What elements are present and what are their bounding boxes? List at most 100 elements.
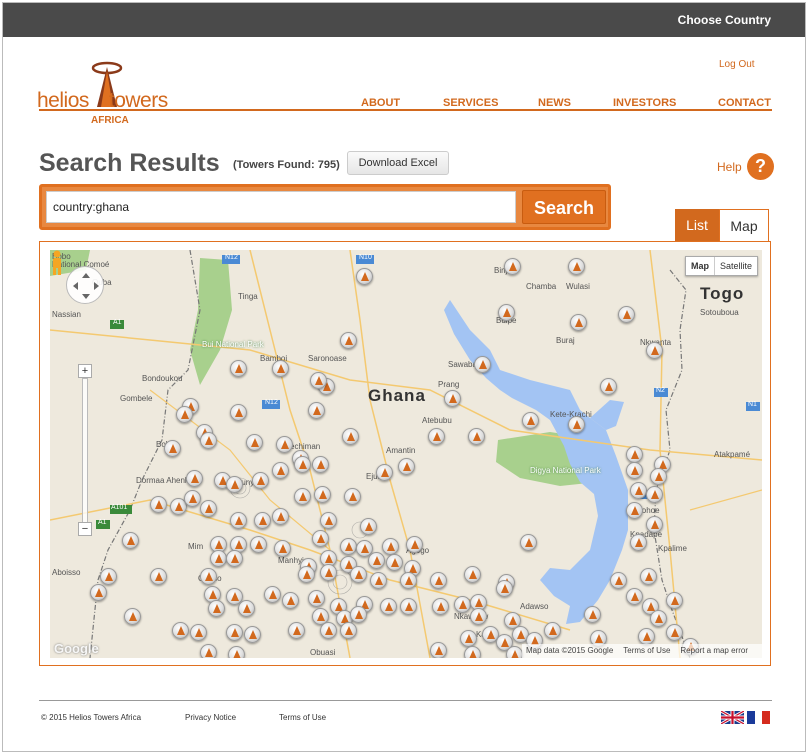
tower-marker-icon[interactable] <box>380 598 397 615</box>
tower-marker-icon[interactable] <box>430 642 447 658</box>
tower-marker-icon[interactable] <box>252 472 269 489</box>
tower-marker-icon[interactable] <box>312 456 329 473</box>
tower-marker-icon[interactable] <box>650 468 667 485</box>
tower-marker-icon[interactable] <box>294 488 311 505</box>
tower-marker-icon[interactable] <box>470 608 487 625</box>
tower-marker-icon[interactable] <box>626 446 643 463</box>
tower-marker-icon[interactable] <box>320 564 337 581</box>
nav-services[interactable]: SERVICES <box>443 97 498 109</box>
tower-marker-icon[interactable] <box>320 512 337 529</box>
tower-marker-icon[interactable] <box>230 404 247 421</box>
tower-marker-icon[interactable] <box>272 508 289 525</box>
download-excel-button[interactable]: Download Excel <box>347 151 449 175</box>
privacy-notice-link[interactable]: Privacy Notice <box>185 713 236 722</box>
zoom-out-button[interactable]: − <box>78 522 92 536</box>
search-button[interactable]: Search <box>522 190 606 224</box>
tower-map[interactable]: N12 N10 N12 A1 N2 N1 N2 A101 A1 Ghana To… <box>50 250 762 658</box>
tab-map[interactable]: Map <box>719 209 769 241</box>
tower-marker-icon[interactable] <box>406 536 423 553</box>
tower-marker-icon[interactable] <box>208 600 225 617</box>
tower-marker-icon[interactable] <box>368 552 385 569</box>
tower-marker-icon[interactable] <box>272 462 289 479</box>
tower-marker-icon[interactable] <box>630 482 647 499</box>
nav-news[interactable]: NEWS <box>538 97 571 109</box>
tower-marker-icon[interactable] <box>464 566 481 583</box>
tower-marker-icon[interactable] <box>314 486 331 503</box>
report-map-error-link[interactable]: Report a map error <box>680 646 748 655</box>
zoom-slider[interactable] <box>82 378 88 524</box>
tower-marker-icon[interactable] <box>100 568 117 585</box>
tower-marker-icon[interactable] <box>376 464 393 481</box>
tower-marker-icon[interactable] <box>626 462 643 479</box>
nav-about[interactable]: ABOUT <box>361 97 400 109</box>
zoom-in-button[interactable]: + <box>78 364 92 378</box>
tower-marker-icon[interactable] <box>630 534 647 551</box>
tower-marker-icon[interactable] <box>228 646 245 658</box>
tower-marker-icon[interactable] <box>400 598 417 615</box>
tower-marker-icon[interactable] <box>124 608 141 625</box>
tower-marker-icon[interactable] <box>430 572 447 589</box>
tower-marker-icon[interactable] <box>646 516 663 533</box>
tower-marker-icon[interactable] <box>342 428 359 445</box>
nav-contact[interactable]: CONTACT <box>718 97 771 109</box>
tower-marker-icon[interactable] <box>210 550 227 567</box>
tower-marker-icon[interactable] <box>340 538 357 555</box>
tower-marker-icon[interactable] <box>200 432 217 449</box>
tower-marker-icon[interactable] <box>666 624 683 641</box>
tower-marker-icon[interactable] <box>294 456 311 473</box>
tower-marker-icon[interactable] <box>610 572 627 589</box>
tower-marker-icon[interactable] <box>506 646 523 658</box>
help-link[interactable]: Help <box>717 160 742 174</box>
tower-marker-icon[interactable] <box>200 568 217 585</box>
tower-marker-icon[interactable] <box>264 586 281 603</box>
tower-marker-icon[interactable] <box>190 624 207 641</box>
tower-marker-icon[interactable] <box>238 600 255 617</box>
tower-marker-icon[interactable] <box>244 626 261 643</box>
map-terms-link[interactable]: Terms of Use <box>623 646 670 655</box>
tower-marker-icon[interactable] <box>122 532 139 549</box>
tower-marker-icon[interactable] <box>226 476 243 493</box>
tower-marker-icon[interactable] <box>398 458 415 475</box>
tower-marker-icon[interactable] <box>460 630 477 647</box>
pegman-icon[interactable] <box>50 250 64 276</box>
tower-marker-icon[interactable] <box>360 518 377 535</box>
tower-marker-icon[interactable] <box>496 580 513 597</box>
tower-marker-icon[interactable] <box>276 436 293 453</box>
tower-marker-icon[interactable] <box>200 644 217 658</box>
choose-country-link[interactable]: Choose Country <box>678 13 771 27</box>
tower-marker-icon[interactable] <box>618 306 635 323</box>
tower-marker-icon[interactable] <box>230 360 247 377</box>
tower-marker-icon[interactable] <box>254 512 271 529</box>
tower-marker-icon[interactable] <box>226 550 243 567</box>
tower-marker-icon[interactable] <box>226 624 243 641</box>
tower-marker-icon[interactable] <box>646 486 663 503</box>
tower-marker-icon[interactable] <box>230 512 247 529</box>
tower-marker-icon[interactable] <box>626 588 643 605</box>
tower-marker-icon[interactable] <box>350 566 367 583</box>
tower-marker-icon[interactable] <box>164 440 181 457</box>
nav-investors[interactable]: INVESTORS <box>613 97 676 109</box>
tower-marker-icon[interactable] <box>520 534 537 551</box>
uk-flag-icon[interactable] <box>721 711 744 724</box>
tower-marker-icon[interactable] <box>464 646 481 658</box>
tower-marker-icon[interactable] <box>568 416 585 433</box>
tower-marker-icon[interactable] <box>454 596 471 613</box>
tower-marker-icon[interactable] <box>184 490 201 507</box>
tower-marker-icon[interactable] <box>288 622 305 639</box>
tower-marker-icon[interactable] <box>626 502 643 519</box>
tower-marker-icon[interactable] <box>200 500 217 517</box>
tower-marker-icon[interactable] <box>150 496 167 513</box>
tower-marker-icon[interactable] <box>600 378 617 395</box>
tower-marker-icon[interactable] <box>312 530 329 547</box>
tower-marker-icon[interactable] <box>570 314 587 331</box>
tower-marker-icon[interactable] <box>272 360 289 377</box>
tower-marker-icon[interactable] <box>150 568 167 585</box>
tower-marker-icon[interactable] <box>310 372 327 389</box>
tower-marker-icon[interactable] <box>282 592 299 609</box>
tab-list[interactable]: List <box>675 209 719 241</box>
google-logo[interactable]: Google <box>54 641 99 656</box>
tower-marker-icon[interactable] <box>432 598 449 615</box>
tower-marker-icon[interactable] <box>444 390 461 407</box>
map-type-map-button[interactable]: Map <box>686 257 715 275</box>
tower-marker-icon[interactable] <box>522 412 539 429</box>
